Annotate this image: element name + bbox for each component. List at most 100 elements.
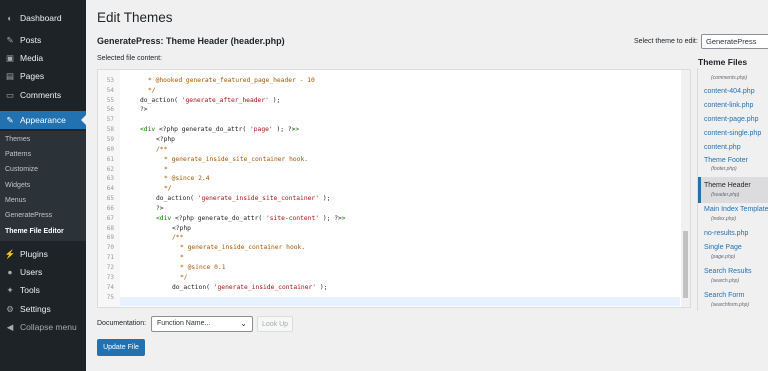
theme-file-link[interactable]: Single Page — [704, 244, 768, 251]
theme-file-link[interactable]: Main Index Template — [704, 206, 768, 213]
code-token: do_action( — [140, 96, 182, 104]
code-line: * @hooked generate_featured_page_header … — [148, 77, 315, 84]
pin-icon: ✎ — [6, 34, 14, 45]
line-number: 67 — [106, 214, 114, 222]
submenu-item-theme-file-editor[interactable]: Theme File Editor — [5, 228, 64, 235]
theme-file-link[interactable]: no-results.php — [704, 230, 768, 237]
update-file-button[interactable]: Update File — [97, 339, 145, 356]
code-token: * @since 0.1 — [180, 264, 226, 271]
code-line: <?php — [156, 136, 175, 143]
code-token: ); ?> — [272, 126, 296, 134]
code-token: /** — [172, 234, 184, 242]
select-theme-label: Select theme to edit: — [634, 38, 698, 45]
sidebar-item-media[interactable]: ▣ Media — [0, 49, 86, 67]
theme-file-link[interactable]: content-page.php — [704, 116, 768, 123]
editor-scrollbar[interactable] — [681, 70, 690, 307]
theme-file-link[interactable]: content-single.php — [704, 130, 768, 137]
collapse-menu-button[interactable]: ◀ Collapse menu — [0, 318, 86, 336]
theme-file-filename: (comments.php) — [711, 75, 748, 81]
theme-file-link[interactable]: Theme Footer — [704, 157, 768, 164]
code-token: do_action( — [156, 195, 198, 203]
code-token: <?php generate_do_attr( — [158, 126, 250, 134]
submenu-item-customize[interactable]: Customize — [5, 166, 38, 173]
sidebar-item-dashboard[interactable]: ◐ Dashboard — [0, 9, 86, 27]
line-number: 55 — [106, 96, 114, 104]
function-name-select[interactable]: Function Name... ⌄ — [151, 316, 253, 332]
sidebar-item-label: Dashboard — [20, 13, 62, 23]
code-line: * — [148, 69, 152, 74]
theme-file-link[interactable]: content-link.php — [704, 102, 768, 109]
sidebar-item-appearance[interactable]: ✎ Appearance — [0, 111, 86, 129]
sidebar-item-label: Comments — [20, 90, 62, 100]
code-line: * — [164, 166, 168, 173]
theme-file-link[interactable]: content-404.php — [704, 88, 768, 95]
theme-select[interactable]: GeneratePress — [701, 34, 768, 49]
dashboard-icon: ◐ — [7, 13, 13, 23]
code-token: <?php — [156, 135, 175, 143]
code-token: ); — [268, 96, 281, 104]
sidebar-item-plugins[interactable]: ⚡ Plugins — [0, 245, 86, 263]
function-select-value: Function Name... — [157, 320, 211, 327]
theme-files-title: Theme Files — [698, 57, 748, 67]
code-line: <?php — [172, 225, 191, 232]
code-token: <?php — [172, 224, 191, 232]
sidebar-item-tools[interactable]: ✦ Tools — [0, 281, 86, 299]
code-line: * — [180, 254, 184, 261]
code-token: 'generate_after_header' — [181, 96, 269, 104]
scrollbar-thumb[interactable] — [683, 231, 688, 298]
settings-icon: ⚙ — [6, 303, 14, 314]
line-number: 69 — [106, 234, 114, 242]
sidebar-item-settings[interactable]: ⚙ Settings — [0, 300, 86, 318]
theme-file-link[interactable]: Search Form — [704, 292, 768, 299]
sidebar-item-posts[interactable]: ✎ Posts — [0, 31, 86, 49]
sidebar-item-label: Posts — [20, 35, 42, 45]
sidebar-item-users[interactable]: ● Users — [0, 263, 86, 281]
line-number: 63 — [106, 175, 114, 183]
sidebar-item-pages[interactable]: ▤ Pages — [0, 67, 86, 85]
code-token: ); ?> — [319, 214, 342, 222]
comments-icon: ▭ — [5, 89, 15, 100]
code-line: <div <?php generate_do_attr( 'site-conte… — [156, 215, 346, 222]
line-number: 71 — [106, 254, 114, 262]
code-editor[interactable]: 53 54 55 56 57 58 59 60 61 62 63 64 65 66 67 68 69 70 71 72… — [97, 69, 691, 308]
theme-file-link[interactable]: Search Results — [704, 268, 768, 275]
line-number: 59 — [106, 135, 114, 143]
code-token: <?php generate_do_attr( — [174, 214, 266, 222]
code-token: * — [164, 165, 168, 173]
line-number: 72 — [106, 264, 114, 271]
code-line: * @since 2.4 — [164, 175, 210, 182]
sidebar-item-label: Pages — [20, 71, 45, 81]
submenu-item-menus[interactable]: Menus — [5, 197, 26, 204]
theme-file-link[interactable]: Theme Header — [704, 182, 768, 189]
sidebar-item-comments[interactable]: ▭ Comments — [0, 86, 86, 104]
collapse-label: Collapse menu — [20, 322, 77, 332]
code-token: * @since 2.4 — [164, 175, 210, 183]
line-number: 57 — [106, 116, 114, 124]
code-line: */ — [164, 185, 172, 192]
line-number: 74 — [106, 283, 114, 291]
line-number-gutter: 53 54 55 56 57 58 59 60 61 62 63 64 65 66 67 68 69 70 71 72… — [98, 70, 120, 307]
page-title: Edit Themes — [97, 10, 173, 25]
code-token: * @hooked generate_featured_page_header … — [148, 76, 315, 84]
code-token: 'site-content' — [265, 214, 320, 222]
code-line: /** — [172, 234, 183, 241]
line-number: 58 — [106, 126, 114, 134]
submenu-item-generatepress[interactable]: GeneratePress — [5, 212, 52, 219]
submenu-item-themes[interactable]: Themes — [5, 136, 30, 143]
code-line: do_action( 'generate_inside_site_contain… — [156, 195, 330, 202]
code-token: > — [295, 126, 300, 134]
code-token: /** — [156, 145, 168, 153]
theme-file-filename: (search.php) — [711, 278, 740, 284]
code-token: * generate_inside_site_container hook. — [164, 155, 309, 163]
code-token: do_action( — [172, 283, 214, 291]
line-number: 70 — [106, 244, 114, 252]
code-token: * — [148, 69, 152, 74]
submenu-item-patterns[interactable]: Patterns — [5, 151, 31, 158]
look-up-button[interactable]: Look Up — [257, 316, 293, 332]
line-number: 62 — [106, 165, 114, 173]
line-number: 65 — [106, 195, 114, 203]
theme-file-link[interactable]: content.php — [704, 144, 768, 151]
submenu-item-widgets[interactable]: Widgets — [5, 182, 30, 189]
sidebar-item-label: Tools — [20, 285, 40, 295]
brush-icon: ✎ — [6, 114, 14, 125]
